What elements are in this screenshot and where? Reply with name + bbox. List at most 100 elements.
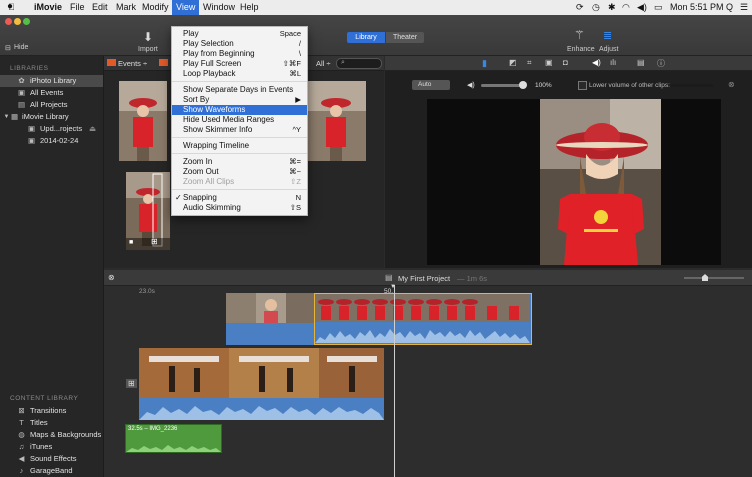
sidebar-item-imovie-library[interactable]: ▼ ▦ iMovie Library xyxy=(0,111,103,123)
sidebar-item-maps-backgrounds[interactable]: ◍ Maps & Backgrounds xyxy=(0,429,103,441)
menu-item-play-from-beginning[interactable]: Play from Beginning \ xyxy=(172,49,307,59)
menu-clock[interactable]: Mon 5:51 PM xyxy=(670,2,724,12)
menu-item-hide-used-media-ranges[interactable]: Hide Used Media Ranges xyxy=(172,115,307,125)
volume-icon[interactable]: ◀) xyxy=(637,2,647,13)
menu-item-label: Loop Playback xyxy=(183,69,236,78)
close-timeline-icon[interactable]: ⊗ xyxy=(108,273,115,282)
stabilization-icon[interactable]: ▣ xyxy=(545,58,553,67)
zoom-slider[interactable] xyxy=(684,274,744,281)
volume-slider-knob[interactable] xyxy=(519,81,527,89)
menu-help[interactable]: Help xyxy=(240,2,259,12)
sync-icon[interactable]: ⟳ xyxy=(576,2,584,13)
magic-wand-icon: ⚚ xyxy=(574,28,585,42)
menu-item-loop-playback[interactable]: Loop Playback ⌘L xyxy=(172,69,307,79)
color-balance-icon[interactable]: ▮ xyxy=(482,58,487,69)
video-frame-image xyxy=(540,99,661,265)
sidebar-item-garageband[interactable]: ♪ GarageBand xyxy=(0,465,103,477)
speed-icon[interactable]: ▤ xyxy=(637,58,645,67)
enhance-button[interactable]: Enhance xyxy=(567,46,595,53)
close-window-button[interactable] xyxy=(5,18,12,25)
menu-item-play-full-screen[interactable]: Play Full Screen ⇧⌘F xyxy=(172,59,307,69)
lower-volume-slider[interactable] xyxy=(671,84,713,87)
event-chooser-icon[interactable] xyxy=(159,59,168,66)
browser-search-input[interactable]: ⌕ xyxy=(336,58,382,69)
menu-view[interactable]: View xyxy=(172,0,200,15)
video-clip[interactable] xyxy=(226,293,314,345)
playhead-marker-icon[interactable]: ▼ xyxy=(390,284,396,290)
filter-popup[interactable]: All ÷ xyxy=(316,59,331,68)
connected-clip-icon[interactable]: ⊞ xyxy=(126,379,137,388)
hide-libraries-button[interactable]: Hide xyxy=(14,44,28,51)
auto-volume-button[interactable]: Auto xyxy=(412,80,450,90)
menu-item-show-skimmer-info[interactable]: Show Skimmer Info ^Y xyxy=(172,125,307,135)
import-button[interactable]: Import xyxy=(138,46,158,53)
menu-item-shortcut: ^Y xyxy=(292,125,301,134)
menu-item-show-separate-days[interactable]: Show Separate Days in Events xyxy=(172,85,307,95)
clip-thumbnail[interactable] xyxy=(119,81,167,161)
menu-window[interactable]: Window xyxy=(203,2,235,12)
notification-center-icon[interactable]: ☰ xyxy=(740,2,748,13)
adjust-button[interactable]: Adjust xyxy=(599,46,618,53)
sidebar-item-sound-effects[interactable]: ◀ Sound Effects xyxy=(0,453,103,465)
menu-mark[interactable]: Mark xyxy=(116,2,136,12)
sidebar-item-label: iTunes xyxy=(30,442,53,451)
clip-thumbnail[interactable] xyxy=(306,81,366,161)
menu-item-shortcut: ⌘− xyxy=(289,167,301,176)
menu-item-wrapping-timeline[interactable]: Wrapping Timeline xyxy=(172,141,307,151)
sidebar-item-itunes[interactable]: ♫ iTunes xyxy=(0,441,103,453)
menu-item-play[interactable]: Play Space xyxy=(172,29,307,39)
time-machine-icon[interactable]: ◷ xyxy=(592,2,600,13)
sidebar-item-all-events[interactable]: ▣ All Events xyxy=(0,87,103,99)
menu-item-show-waveforms[interactable]: Show Waveforms xyxy=(172,105,307,115)
events-popup[interactable]: Events ÷ xyxy=(118,59,147,68)
menu-modify[interactable]: Modify xyxy=(142,2,169,12)
audio-waveform xyxy=(139,406,384,420)
info-icon[interactable]: ⓘ xyxy=(657,58,665,69)
menu-edit[interactable]: Edit xyxy=(92,2,108,12)
eject-icon[interactable]: ⏏ xyxy=(88,123,97,135)
sidebar-item-label: Upd...rojects xyxy=(40,124,83,133)
lower-volume-checkbox[interactable] xyxy=(578,81,587,90)
playhead[interactable] xyxy=(394,285,395,477)
audio-clip[interactable]: 32.5s – IMG_2236 xyxy=(125,424,222,453)
crop-icon[interactable]: ⌗ xyxy=(527,58,532,68)
zoom-window-button[interactable] xyxy=(23,18,30,25)
project-duration: — 1m 6s xyxy=(457,274,488,283)
camera-icon[interactable]: ◘ xyxy=(563,58,568,67)
tab-theater[interactable]: Theater xyxy=(386,32,424,43)
wifi-icon[interactable]: ◠ xyxy=(622,2,630,13)
transitions-icon: ⊠ xyxy=(18,406,25,415)
sidebar-item-updated-projects[interactable]: ▣ Upd...rojects ⏏ xyxy=(0,123,103,135)
sidebar-item-label: Titles xyxy=(30,418,48,427)
selected-video-clip[interactable] xyxy=(314,293,532,345)
bluetooth-icon[interactable]: ✱ xyxy=(608,2,616,13)
sidebar-item-iphoto-library[interactable]: ✿ iPhoto Library xyxy=(0,75,103,87)
menu-item-zoom-out[interactable]: Zoom Out ⌘− xyxy=(172,167,307,177)
menu-item-audio-skimming[interactable]: Audio Skimming ⇧S xyxy=(172,203,307,213)
sidebar-item-2014-02-24[interactable]: ▣ 2014-02-24 xyxy=(0,135,103,147)
menu-item-snapping[interactable]: ✓ Snapping N xyxy=(172,193,307,203)
mute-icon[interactable]: ◀) xyxy=(467,81,475,89)
equalizer-icon[interactable]: ılı xyxy=(610,58,616,67)
sidebar-item-all-projects[interactable]: ▤ All Projects xyxy=(0,99,103,111)
add-to-project-icon[interactable]: ⊞ xyxy=(151,237,158,246)
menu-file[interactable]: File xyxy=(70,2,85,12)
video-preview[interactable] xyxy=(427,99,721,265)
tab-library[interactable]: Library xyxy=(347,32,385,43)
volume-icon[interactable]: ◀) xyxy=(592,58,601,67)
import-icon[interactable]: ⬇ xyxy=(143,30,153,44)
menu-item-zoom-in[interactable]: Zoom In ⌘= xyxy=(172,157,307,167)
sidebar-item-titles[interactable]: T Titles xyxy=(0,417,103,429)
battery-icon[interactable]: ▭ xyxy=(654,2,663,13)
spotlight-search-icon[interactable]: Q xyxy=(726,2,733,12)
hide-libraries-icon[interactable]: ⊟ xyxy=(5,44,11,52)
connected-video-clip[interactable] xyxy=(139,348,384,420)
color-correction-icon[interactable]: ◩ xyxy=(509,58,517,67)
minimize-window-button[interactable] xyxy=(14,18,21,25)
reset-icon[interactable]: ⊗ xyxy=(728,80,735,89)
menu-item-play-selection[interactable]: Play Selection / xyxy=(172,39,307,49)
menu-app-name[interactable]: iMovie xyxy=(34,2,62,12)
sidebar-item-transitions[interactable]: ⊠ Transitions xyxy=(0,405,103,417)
menu-item-sort-by[interactable]: Sort By ▶ xyxy=(172,95,307,105)
volume-slider-track[interactable] xyxy=(481,81,527,89)
